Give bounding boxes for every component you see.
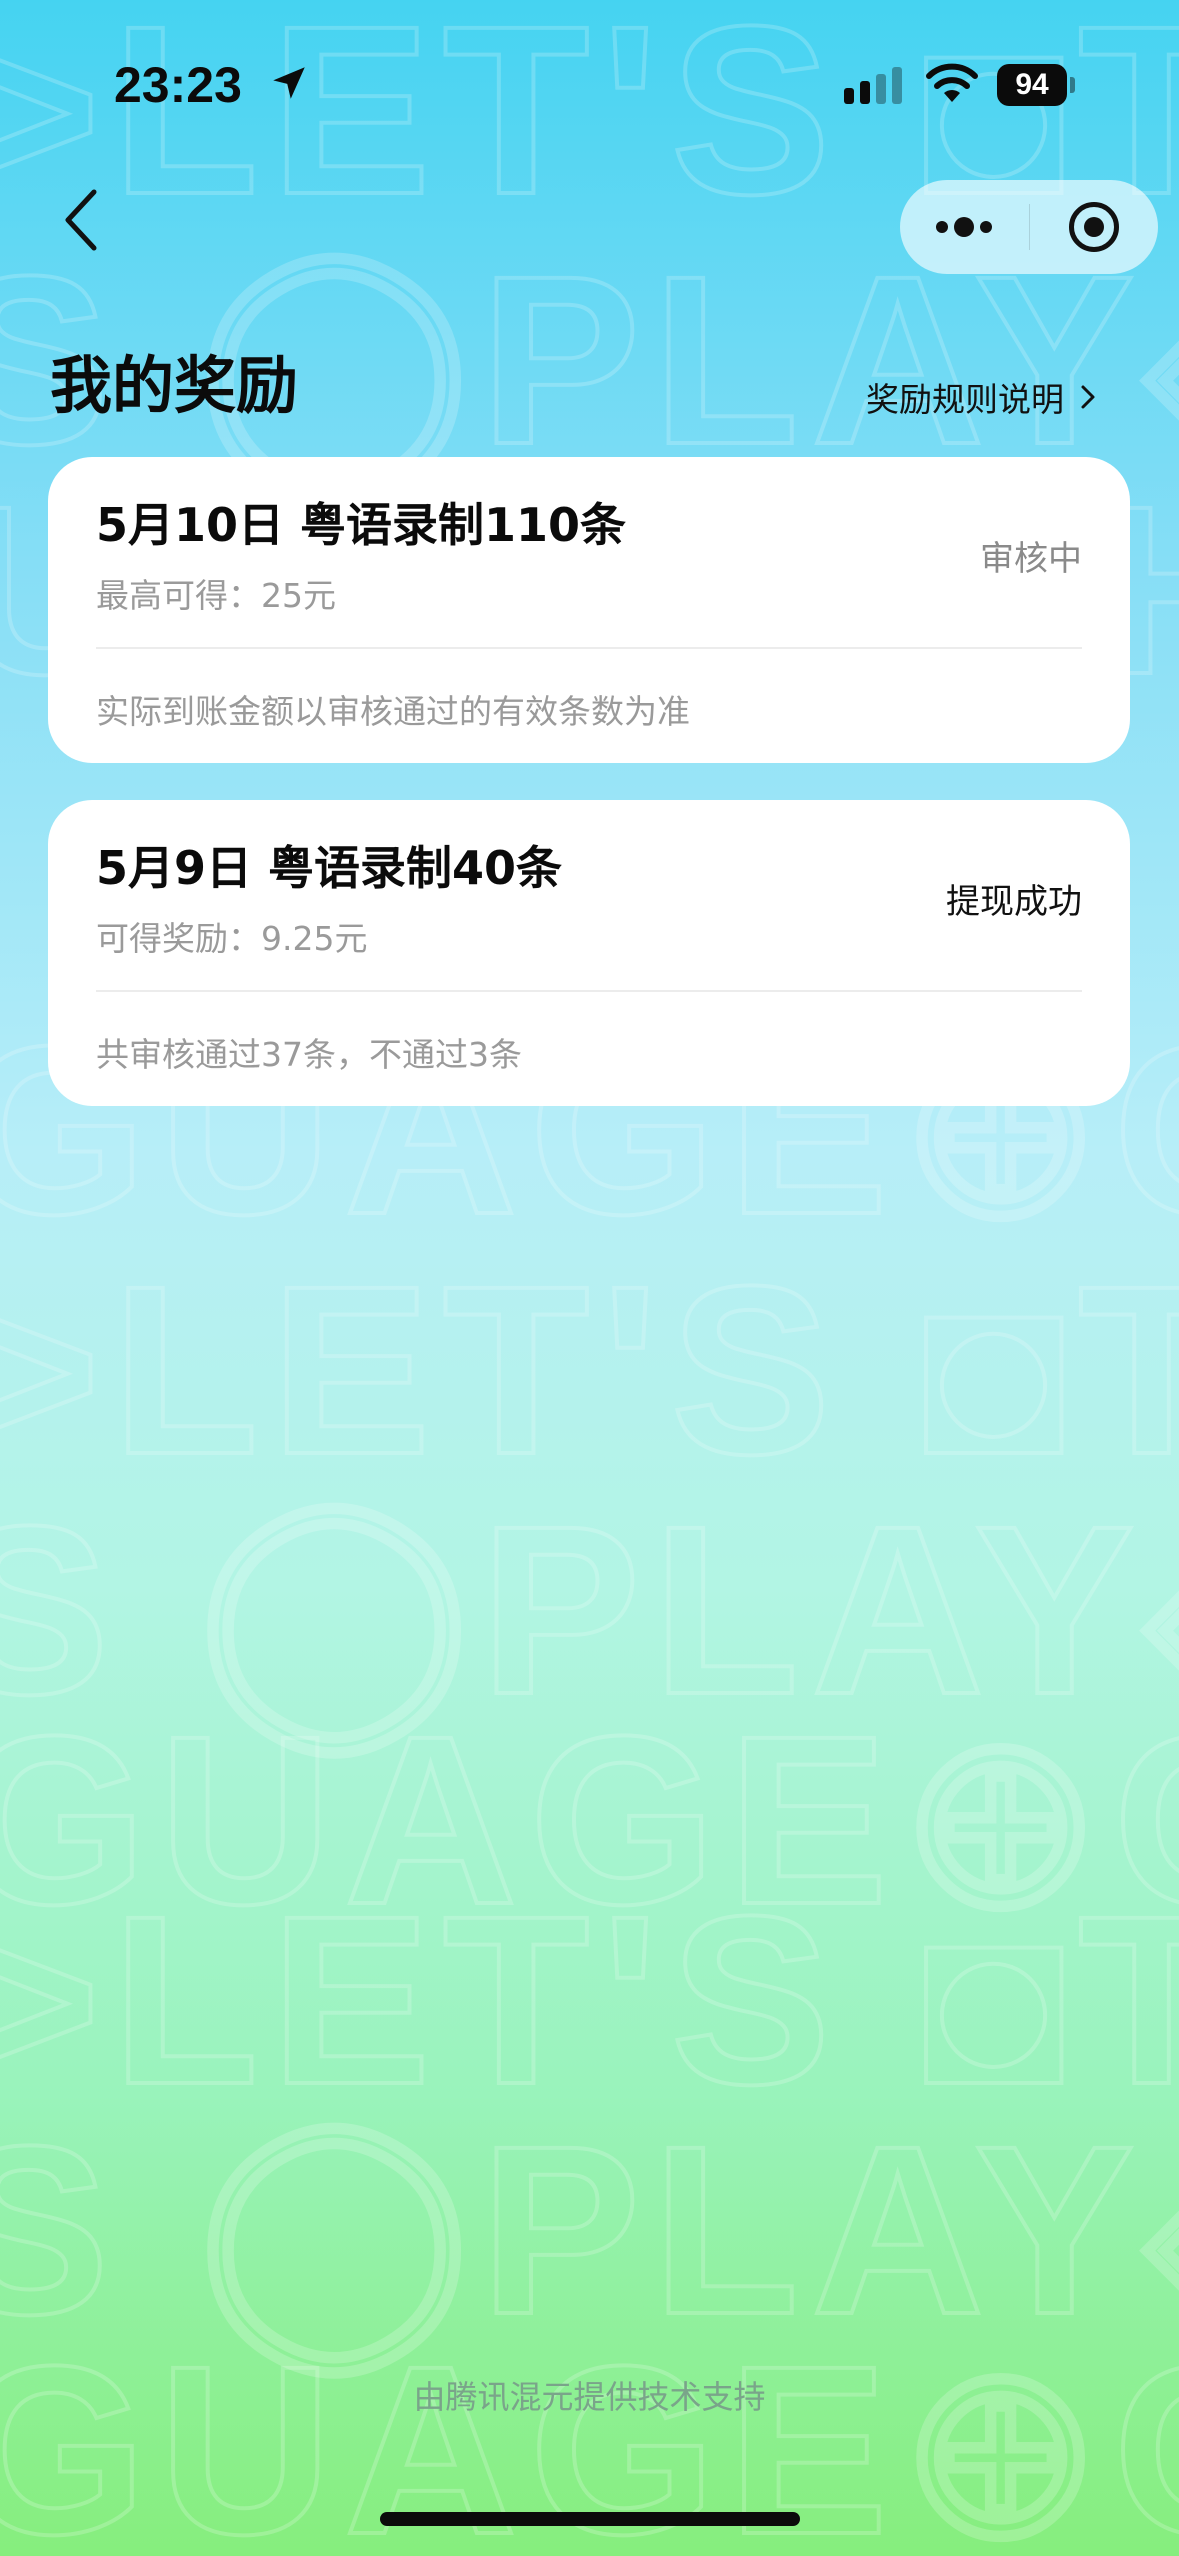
chevron-left-icon	[65, 189, 97, 251]
reward-card[interactable]: 5月10日 粤语录制110条 最高可得：25元 审核中 实际到账金额以审核通过的…	[48, 457, 1130, 763]
reward-status: 审核中	[980, 539, 1082, 579]
battery-cap	[1070, 77, 1075, 93]
location-arrow-icon	[273, 67, 305, 99]
reward-rules-label: 奖励规则说明	[866, 380, 1064, 419]
reward-amount: 可得奖励：9.25元	[96, 919, 368, 958]
cellular-signal-icon	[844, 67, 902, 104]
battery-level: 94	[997, 64, 1067, 106]
reward-note: 共审核通过37条，不通过3条	[96, 1035, 522, 1074]
mini-program-capsule	[900, 180, 1158, 274]
battery-indicator: 94	[997, 64, 1075, 106]
back-button[interactable]	[58, 180, 118, 260]
more-button[interactable]	[900, 180, 1029, 274]
card-divider	[96, 647, 1082, 649]
status-time: 23:23	[114, 57, 242, 113]
close-button[interactable]	[1029, 180, 1158, 274]
reward-card[interactable]: 5月9日 粤语录制40条 可得奖励：9.25元 提现成功 共审核通过37条，不通…	[48, 800, 1130, 1106]
reward-rules-link[interactable]: 奖励规则说明	[866, 372, 1098, 422]
reward-amount: 最高可得：25元	[96, 576, 336, 615]
reward-title: 5月9日 粤语录制40条	[96, 841, 563, 895]
powered-by-text: 由腾讯混元提供技术支持	[413, 2378, 766, 2416]
status-bar: 23:23 94	[0, 0, 1179, 170]
card-divider	[96, 990, 1082, 992]
chevron-right-icon	[1081, 385, 1095, 409]
reward-note: 实际到账金额以审核通过的有效条数为准	[96, 692, 690, 731]
home-indicator[interactable]	[380, 2512, 800, 2526]
reward-title: 5月10日 粤语录制110条	[96, 498, 627, 552]
reward-status: 提现成功	[946, 882, 1082, 922]
page-title: 我的奖励	[50, 349, 299, 422]
wifi-icon	[926, 63, 978, 102]
